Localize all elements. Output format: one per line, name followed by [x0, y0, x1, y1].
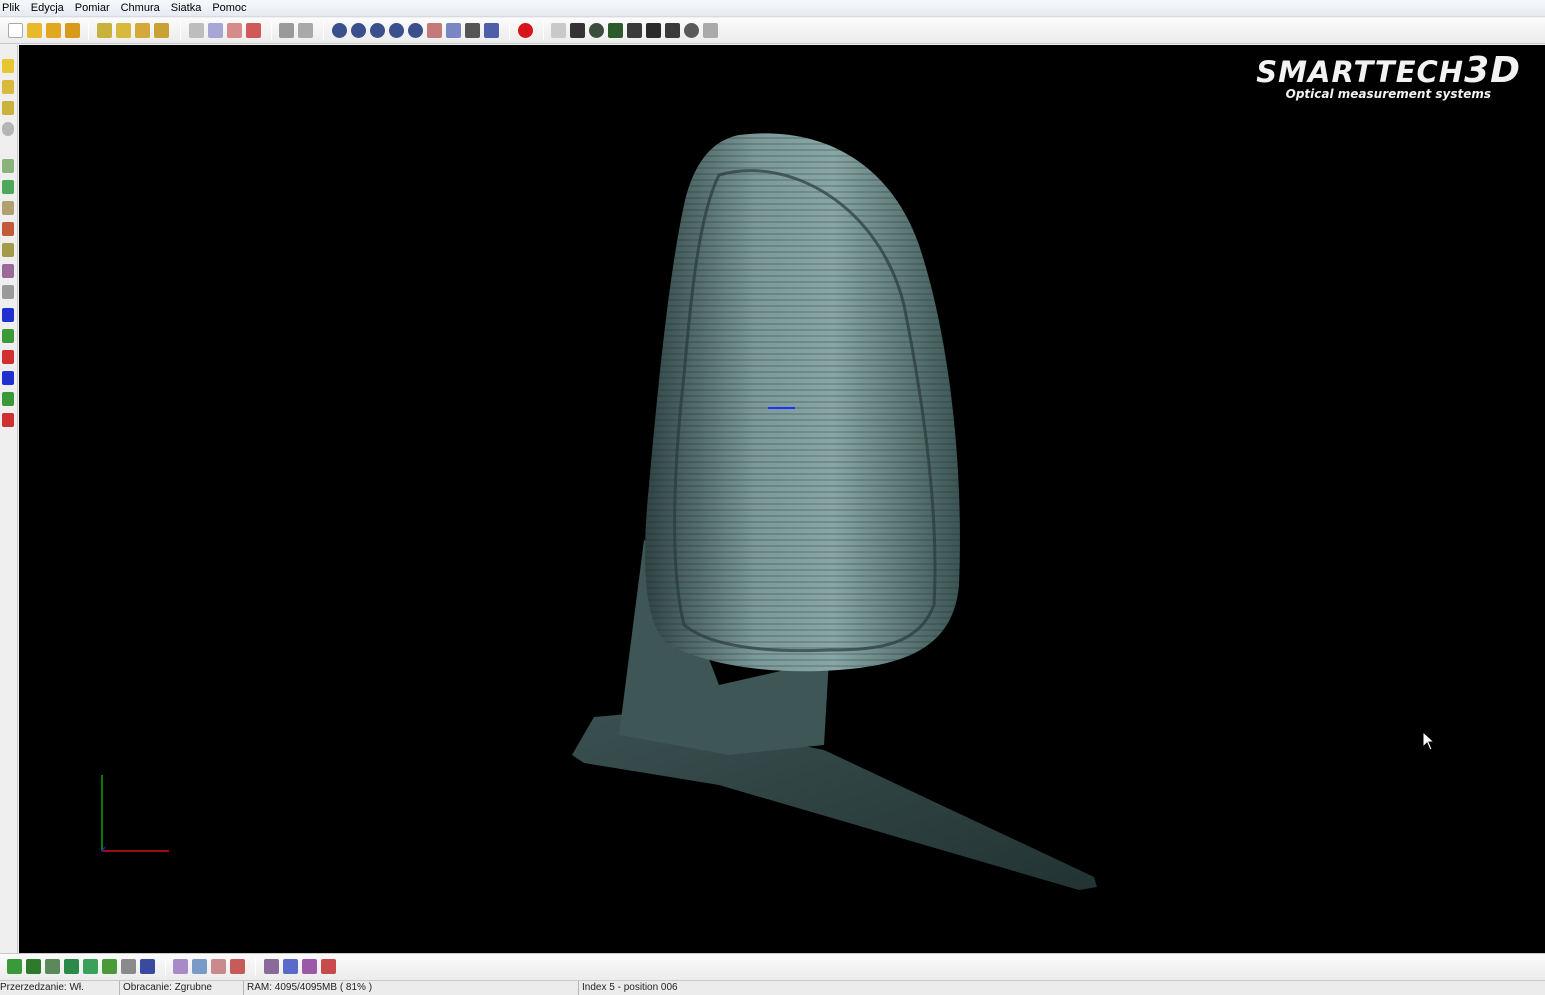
scan-icon[interactable]	[135, 23, 150, 38]
mirror-shell-texture	[645, 133, 960, 672]
layer-icon[interactable]	[2, 59, 14, 73]
mesh-smooth-icon[interactable]	[26, 959, 41, 974]
box-wire-icon[interactable]	[2, 329, 14, 343]
toolbar-separator	[180, 22, 181, 40]
menu-pomiar[interactable]: Pomiar	[70, 0, 116, 16]
projector-icon[interactable]	[589, 23, 604, 38]
undo-icon[interactable]	[279, 23, 294, 38]
new-file-icon[interactable]	[8, 23, 23, 38]
measure-distance-icon[interactable]	[2, 180, 14, 194]
menu-chmura[interactable]: Chmura	[116, 0, 166, 16]
menu-edycja[interactable]: Edycja	[26, 0, 70, 16]
view-left-icon[interactable]	[370, 23, 385, 38]
status-rotation: Obracanie: Zgrubne	[119, 981, 241, 995]
toolbar-separator	[509, 22, 510, 40]
mesh-color-icon[interactable]	[140, 959, 155, 974]
box-blue-2-icon[interactable]	[2, 371, 14, 385]
toolbar-separator	[543, 22, 544, 40]
cloud-delete-icon[interactable]	[230, 959, 245, 974]
status-bar: Przerzedzanie: Wł. Obracanie: Zgrubne RA…	[0, 980, 1545, 995]
toolbar-separator	[165, 958, 166, 976]
measure-sphere-icon[interactable]	[2, 285, 14, 299]
layer-list-icon[interactable]	[2, 80, 14, 94]
film-icon[interactable]	[646, 23, 661, 38]
view-front-icon[interactable]	[332, 23, 347, 38]
cloud-rotate-icon[interactable]	[192, 959, 207, 974]
merge-icon[interactable]	[154, 23, 169, 38]
measure-point-icon[interactable]	[2, 159, 14, 173]
redo-icon[interactable]	[298, 23, 313, 38]
calibrate-icon[interactable]	[608, 23, 623, 38]
view-right-icon[interactable]	[389, 23, 404, 38]
tri-x-icon[interactable]	[302, 959, 317, 974]
mesh-arrow-icon[interactable]	[102, 959, 117, 974]
measure-cylinder-icon[interactable]	[2, 264, 14, 278]
toolbar-separator	[271, 22, 272, 40]
view-top-icon[interactable]	[408, 23, 423, 38]
save-as-icon[interactable]	[65, 23, 80, 38]
status-rendering: Przerzedzanie: Wł.	[0, 982, 84, 993]
box-red-2-icon[interactable]	[2, 413, 14, 427]
tri-rotate-icon[interactable]	[283, 959, 298, 974]
measure-angle-icon[interactable]	[2, 201, 14, 215]
bottom-toolbar	[0, 953, 1545, 980]
box-blue-icon[interactable]	[2, 308, 14, 322]
tri-a-icon[interactable]	[264, 959, 279, 974]
open-icon[interactable]	[27, 23, 42, 38]
menu-siatka[interactable]: Siatka	[166, 0, 208, 16]
status-index: Index 5 - position 006	[578, 981, 878, 995]
help-icon[interactable]	[2, 122, 14, 136]
menu-bar: Plik Edycja Pomiar Chmura Siatka Pomoc	[0, 0, 1545, 17]
toolbar-separator	[255, 958, 256, 976]
layer-edit-icon[interactable]	[2, 101, 14, 115]
mesh-green-icon[interactable]	[7, 959, 22, 974]
3d-viewport[interactable]: SMARTTECH3D Optical measurement systems	[19, 45, 1545, 953]
tri-delete-icon[interactable]	[321, 959, 336, 974]
measure-circle-icon[interactable]	[2, 243, 14, 257]
view-bottom-icon[interactable]	[427, 23, 442, 38]
network-icon[interactable]	[665, 23, 680, 38]
cloud-grid-icon[interactable]	[211, 959, 226, 974]
toolbar-separator	[88, 22, 89, 40]
rotate-select-icon[interactable]	[208, 23, 223, 38]
import-icon[interactable]	[97, 23, 112, 38]
grid-select-icon[interactable]	[189, 23, 204, 38]
left-toolbar	[0, 45, 18, 953]
delete-icon[interactable]	[246, 23, 261, 38]
measure-plane-icon[interactable]	[2, 222, 14, 236]
view-iso-icon[interactable]	[446, 23, 461, 38]
main-toolbar	[0, 18, 1545, 44]
box-red-icon[interactable]	[2, 350, 14, 364]
mesh-cut-icon[interactable]	[121, 959, 136, 974]
mesh-filter-icon[interactable]	[45, 959, 60, 974]
save-icon[interactable]	[46, 23, 61, 38]
point-cloud-scan	[101, 133, 1097, 890]
mesh-fill-icon[interactable]	[64, 959, 79, 974]
camera-icon[interactable]	[570, 23, 585, 38]
power-icon[interactable]	[551, 23, 566, 38]
menu-plik[interactable]: Plik	[0, 0, 26, 16]
sensor-icon[interactable]	[684, 23, 699, 38]
settings-icon[interactable]	[627, 23, 642, 38]
toolbar-separator	[323, 22, 324, 40]
select-all-icon[interactable]	[227, 23, 242, 38]
box-wire-2-icon[interactable]	[2, 392, 14, 406]
stop-icon[interactable]	[518, 23, 533, 38]
view-back-icon[interactable]	[351, 23, 366, 38]
perspective-icon[interactable]	[465, 23, 480, 38]
mouse-cursor-icon	[1422, 731, 1436, 751]
zoom-fit-icon[interactable]	[484, 23, 499, 38]
mesh-decimate-icon[interactable]	[83, 959, 98, 974]
sensor-2-icon[interactable]	[703, 23, 718, 38]
export-icon[interactable]	[116, 23, 131, 38]
menu-pomoc[interactable]: Pomoc	[207, 0, 252, 16]
cloud-select-icon[interactable]	[173, 959, 188, 974]
status-ram: RAM: 4095/4095MB ( 81% )	[243, 981, 576, 995]
